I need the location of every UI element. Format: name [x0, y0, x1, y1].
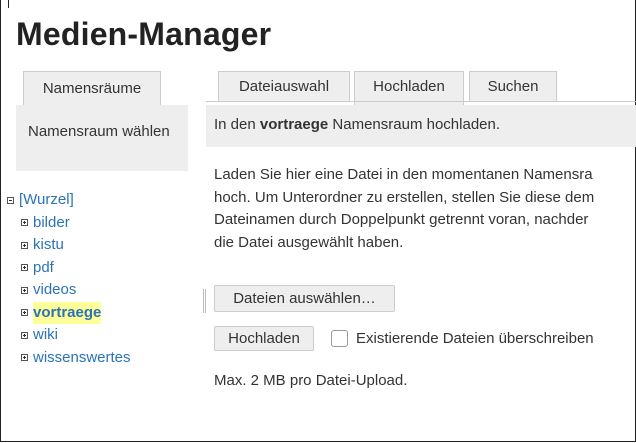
- expand-icon[interactable]: [21, 309, 28, 317]
- resize-handle[interactable]: [203, 289, 206, 313]
- tree-item-current[interactable]: vortraege: [33, 301, 102, 324]
- choose-files-button[interactable]: Dateien auswählen…: [214, 285, 395, 312]
- tree-root: [Wurzel]: [7, 189, 131, 212]
- tab-suchen[interactable]: Suchen: [469, 71, 557, 102]
- tree-item-kistu: kistu: [7, 234, 131, 257]
- tree-item-wiki: wiki: [7, 324, 131, 347]
- page-title: Medien-Manager: [16, 16, 272, 52]
- expand-icon[interactable]: [21, 354, 28, 362]
- tree-item-link[interactable]: videos: [33, 279, 76, 302]
- upload-button[interactable]: Hochladen: [214, 326, 314, 351]
- tree-item-vortraege: vortraege: [7, 301, 131, 324]
- overwrite-checkbox[interactable]: [331, 330, 348, 347]
- description-line: Dateinamen durch Doppelpunkt getrennt vo…: [214, 211, 589, 228]
- namespace-panel-heading: Namensraum wählen: [16, 105, 188, 171]
- overwrite-label[interactable]: Existierende Dateien überschreiben: [356, 330, 594, 347]
- upload-size-limit: Max. 2 MB pro Datei-Upload.: [214, 372, 408, 389]
- tree-item-link[interactable]: pdf: [33, 257, 54, 280]
- note-namespace: vortraege: [259, 116, 329, 133]
- tab-bar-line: [206, 101, 636, 102]
- description-line: Laden Sie hier eine Datei in den momenta…: [214, 166, 593, 183]
- expand-icon[interactable]: [21, 331, 28, 339]
- note-prefix: In den: [214, 116, 260, 133]
- expand-icon[interactable]: [21, 264, 28, 272]
- description-line: die Datei ausgewählt haben.: [214, 233, 404, 251]
- tree-item-wissenswertes: wissenswertes: [7, 347, 131, 370]
- expand-icon[interactable]: [21, 219, 28, 227]
- expand-icon[interactable]: [21, 241, 28, 249]
- description-line: hoch. Um Unterordner zu erstellen, stell…: [214, 188, 595, 206]
- tree-item-link[interactable]: kistu: [33, 234, 64, 257]
- frame-divider: [8, 0, 9, 8]
- collapse-icon[interactable]: [7, 196, 14, 204]
- upload-target-note: In den vortraege Namensraum hochladen.: [206, 105, 636, 147]
- expand-icon[interactable]: [21, 286, 28, 294]
- tree-item-link[interactable]: bilder: [33, 212, 70, 235]
- tree-item-pdf: pdf: [7, 257, 131, 280]
- tab-namespaces[interactable]: Namensräume: [23, 71, 161, 105]
- note-suffix: Namensraum hochladen.: [328, 116, 501, 133]
- tree-item-videos: videos: [7, 279, 131, 302]
- tab-dateiauswahl[interactable]: Dateiauswahl: [218, 71, 350, 102]
- tree-item-link[interactable]: wiki: [33, 324, 58, 347]
- namespace-tree: [Wurzel] bilder kistu pdf videos vortrae…: [7, 189, 131, 369]
- tree-item-link[interactable]: wissenswertes: [33, 347, 131, 370]
- upload-description: Laden Sie hier eine Datei in den momenta…: [214, 164, 636, 254]
- tree-root-link[interactable]: [Wurzel]: [19, 189, 74, 212]
- tree-item-bilder: bilder: [7, 212, 131, 235]
